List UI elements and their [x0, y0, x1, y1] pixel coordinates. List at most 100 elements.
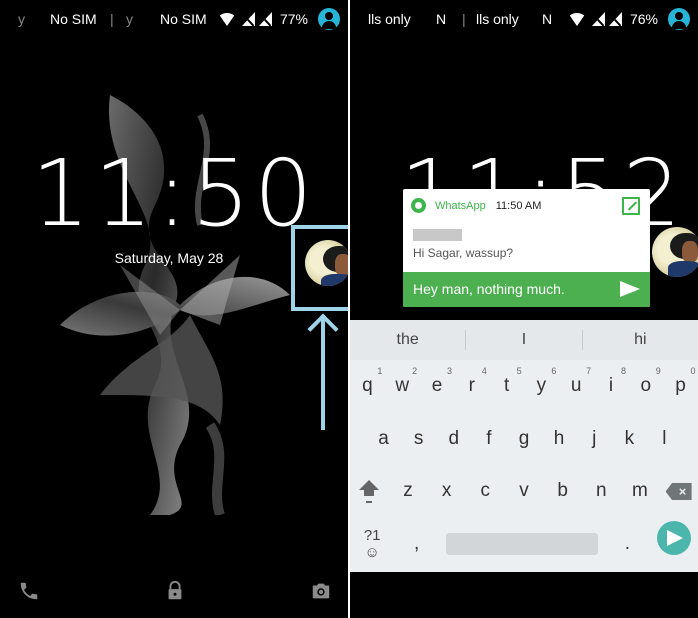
key-y[interactable]: y6 — [526, 366, 557, 397]
suggestion-strip: the I hi — [350, 320, 698, 360]
chat-head-avatar[interactable] — [652, 227, 698, 277]
sender-name-redacted — [413, 229, 462, 241]
key-hint-number: 7 — [586, 366, 592, 376]
user-icon[interactable] — [318, 8, 340, 30]
carrier-fragment: N — [436, 11, 447, 27]
key-f[interactable]: f — [474, 428, 504, 450]
key-row-1: q1w2e3r4t5y6u7i8o9p0 — [350, 366, 698, 397]
suggestion-item[interactable]: hi — [583, 331, 698, 349]
key-label: o — [640, 375, 652, 396]
key-label: i — [608, 375, 614, 396]
shift-key[interactable] — [354, 480, 384, 508]
send-icon[interactable] — [620, 281, 640, 297]
no-sim-signal-icon — [591, 12, 605, 26]
no-sim-signal-icon — [258, 12, 272, 26]
key-hint-number: 8 — [620, 366, 626, 376]
highlight-box — [291, 225, 348, 311]
key-n[interactable]: n — [586, 480, 616, 508]
notification-app-name: WhatsApp — [435, 199, 486, 212]
key-e[interactable]: e3 — [422, 366, 452, 397]
lock-icon[interactable] — [164, 580, 186, 602]
key-s[interactable]: s — [404, 428, 434, 450]
key-g[interactable]: g — [509, 428, 539, 450]
key-z[interactable]: z — [393, 480, 423, 508]
notification-time: 11:50 AM — [495, 199, 542, 212]
key-label: p — [675, 375, 686, 396]
key-w[interactable]: w2 — [387, 366, 417, 397]
quick-reply-panel: lls only N | lls only N 76% 11:52 WhatsA… — [350, 0, 698, 618]
key-v[interactable]: v — [509, 480, 539, 508]
key-t[interactable]: t5 — [492, 366, 522, 397]
suggestion-item[interactable]: the — [350, 331, 465, 349]
no-sim-signal-icon — [608, 12, 622, 26]
key-hint-number: 9 — [655, 366, 661, 376]
key-k[interactable]: k — [614, 428, 644, 450]
key-h[interactable]: h — [544, 428, 574, 450]
key-row-2: asdfghjkl — [350, 428, 698, 450]
carrier-label: lls only — [476, 11, 519, 27]
keyboard: the I hi q1w2e3r4t5y6u7i8o9p0 asdfghjkl … — [350, 320, 698, 572]
backspace-icon: × — [665, 483, 692, 500]
wifi-icon — [567, 12, 586, 26]
key-a[interactable]: a — [369, 428, 399, 450]
key-label: w — [395, 375, 410, 396]
phone-icon[interactable] — [18, 580, 40, 602]
key-hint-number: 2 — [412, 366, 418, 376]
key-p[interactable]: p0 — [666, 366, 695, 397]
status-icons: 76% — [567, 8, 690, 30]
shift-icon — [358, 480, 380, 502]
period-key[interactable]: . — [612, 533, 642, 555]
open-app-icon[interactable] — [622, 197, 640, 215]
key-label: r — [468, 375, 475, 396]
comma-key[interactable]: , — [402, 533, 432, 555]
key-m[interactable]: m — [625, 480, 655, 508]
carrier-label: No SIM — [50, 11, 97, 27]
user-icon[interactable] — [668, 8, 690, 30]
key-row-4: ?1☺ , . — [350, 521, 698, 561]
key-hint-number: 5 — [516, 366, 522, 376]
carrier-fragment: N — [542, 11, 553, 27]
lockscreen-panel: y No SIM | y No SIM 77% 11:50 Saturday, … — [0, 0, 348, 618]
status-bar: lls only N | lls only N 76% — [350, 0, 698, 38]
key-d[interactable]: d — [439, 428, 469, 450]
battery-percent: 77% — [279, 11, 308, 27]
status-bar: y No SIM | y No SIM 77% — [0, 0, 348, 38]
key-label: q — [362, 375, 373, 396]
key-c[interactable]: c — [470, 480, 500, 508]
send-enter-key[interactable] — [656, 521, 691, 555]
key-j[interactable]: j — [579, 428, 609, 450]
key-hint-number: 3 — [446, 366, 452, 376]
key-hint-number: 4 — [481, 366, 487, 376]
whatsapp-notification[interactable]: WhatsApp 11:50 AM Hi Sagar, wassup? Hey … — [403, 189, 650, 307]
key-o[interactable]: o9 — [631, 366, 660, 397]
carrier-separator: | — [462, 11, 466, 27]
key-q[interactable]: q1 — [352, 366, 382, 397]
key-b[interactable]: b — [548, 480, 578, 508]
backspace-key[interactable]: × — [664, 480, 694, 508]
camera-icon[interactable] — [310, 580, 332, 602]
key-i[interactable]: i8 — [596, 366, 626, 397]
key-label: u — [570, 375, 582, 396]
key-hint-number: 6 — [551, 366, 557, 376]
lockscreen-shortcuts — [0, 560, 348, 618]
key-hint-number: 1 — [377, 366, 383, 376]
symbols-key[interactable]: ?1☺ — [357, 527, 387, 561]
key-r[interactable]: r4 — [457, 366, 487, 397]
suggestion-item[interactable]: I — [466, 331, 581, 349]
notification-message: Hi Sagar, wassup? — [413, 246, 514, 260]
screenshot-comparison: y No SIM | y No SIM 77% 11:50 Saturday, … — [0, 0, 698, 618]
key-x[interactable]: x — [432, 480, 462, 508]
carrier-label: No SIM — [160, 11, 207, 27]
carrier-separator: | — [110, 11, 114, 27]
carrier-fragment: y — [126, 11, 133, 27]
whatsapp-icon — [411, 198, 426, 213]
key-label: y — [536, 375, 547, 396]
reply-text: Hey man, nothing much. — [413, 281, 565, 297]
key-label: t — [503, 375, 510, 396]
key-l[interactable]: l — [649, 428, 679, 450]
space-bar[interactable] — [445, 533, 598, 555]
wifi-icon — [217, 12, 236, 26]
key-u[interactable]: u7 — [561, 366, 591, 397]
reply-input[interactable]: Hey man, nothing much. — [403, 272, 650, 307]
key-label: e — [431, 375, 443, 396]
